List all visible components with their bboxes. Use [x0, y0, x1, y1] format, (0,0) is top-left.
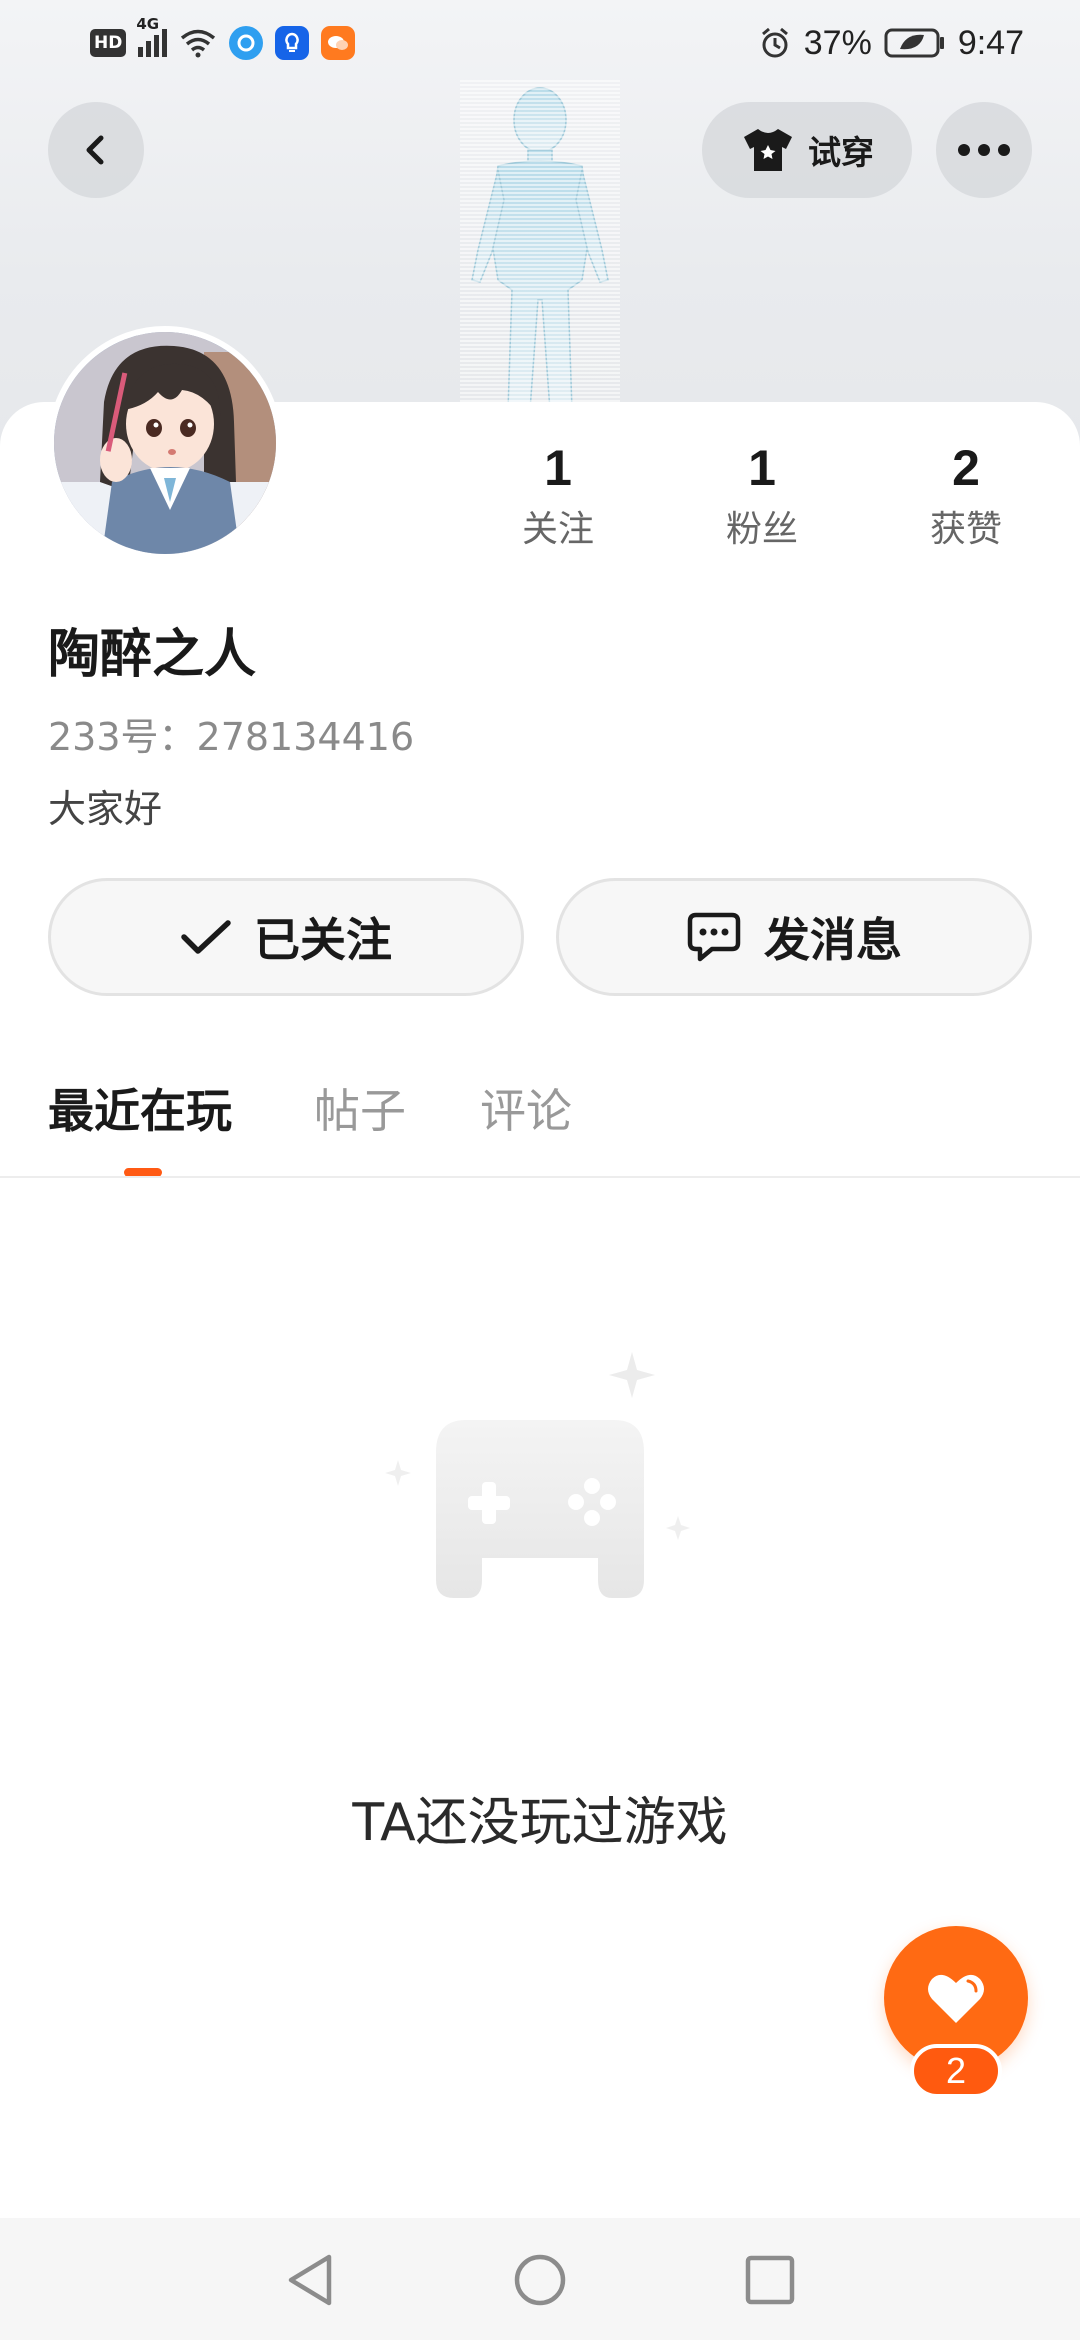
avatar-image	[54, 332, 276, 554]
send-message-button[interactable]: 发消息	[556, 878, 1032, 996]
stat-likes[interactable]: 2 获赞	[896, 438, 1036, 558]
try-on-button[interactable]: 试穿	[702, 102, 912, 198]
clock: 9:47	[957, 23, 1024, 62]
likes-label: 获赞	[929, 509, 1002, 550]
nav-home-icon	[514, 2254, 566, 2306]
following-button-label: 已关注	[254, 913, 392, 967]
status-bar-left: HD 4G	[90, 15, 356, 60]
username: 陶醉之人	[48, 625, 257, 685]
user-id: 233号：278134416	[48, 715, 415, 759]
nav-recents-icon	[745, 2255, 795, 2305]
network-type-label: 4G	[136, 15, 160, 33]
gamepad-icon	[385, 1352, 690, 1598]
tab-posts[interactable]: 帖子	[314, 1080, 406, 1142]
tab-comments[interactable]: 评论	[480, 1080, 572, 1142]
stat-followers[interactable]: 1 粉丝	[692, 438, 832, 558]
likes-count: 2	[952, 440, 980, 496]
nav-recents-button[interactable]	[740, 2250, 800, 2310]
heart-icon	[928, 1974, 984, 2023]
empty-state-text: TA还没玩过游戏	[352, 1793, 728, 1853]
followers-count: 1	[748, 440, 776, 496]
following-count: 1	[544, 440, 572, 496]
tshirt-icon	[744, 129, 792, 171]
wifi-icon	[181, 29, 216, 58]
following-label: 关注	[521, 509, 594, 550]
status-bar: HD 4G 37% 9:47	[0, 0, 1080, 86]
more-button[interactable]	[936, 102, 1032, 198]
nav-home-button[interactable]	[510, 2250, 570, 2310]
nav-back-button[interactable]	[280, 2250, 340, 2310]
user-bio: 大家好	[48, 787, 163, 831]
check-icon	[181, 920, 231, 954]
battery-percent: 37%	[803, 23, 872, 62]
following-button[interactable]: 已关注	[48, 878, 524, 996]
alarm-icon	[761, 27, 788, 58]
status-bar-right: 37% 9:47	[758, 24, 1024, 63]
avatar-hologram-figure	[460, 80, 620, 410]
signal-icon: 4G	[136, 15, 168, 57]
nav-back-icon	[288, 2254, 332, 2306]
back-button[interactable]	[48, 102, 144, 198]
avatar[interactable]	[48, 326, 282, 560]
app-icon-1	[229, 26, 264, 60]
hd-icon: HD	[90, 29, 127, 57]
tab-recently-played[interactable]: 最近在玩	[48, 1080, 232, 1142]
followers-label: 粉丝	[725, 509, 798, 550]
like-count-badge: 2	[910, 2044, 1002, 2098]
battery-icon	[884, 28, 944, 58]
more-icon	[958, 144, 1010, 156]
app-icon-2	[275, 26, 310, 60]
stat-following[interactable]: 1 关注	[488, 438, 628, 558]
try-on-label: 试穿	[808, 133, 874, 172]
chat-bubble-icon	[687, 912, 741, 962]
app-icon-3	[321, 26, 356, 60]
send-message-label: 发消息	[764, 913, 902, 967]
back-icon	[86, 135, 104, 165]
tab-divider	[0, 1176, 1080, 1178]
